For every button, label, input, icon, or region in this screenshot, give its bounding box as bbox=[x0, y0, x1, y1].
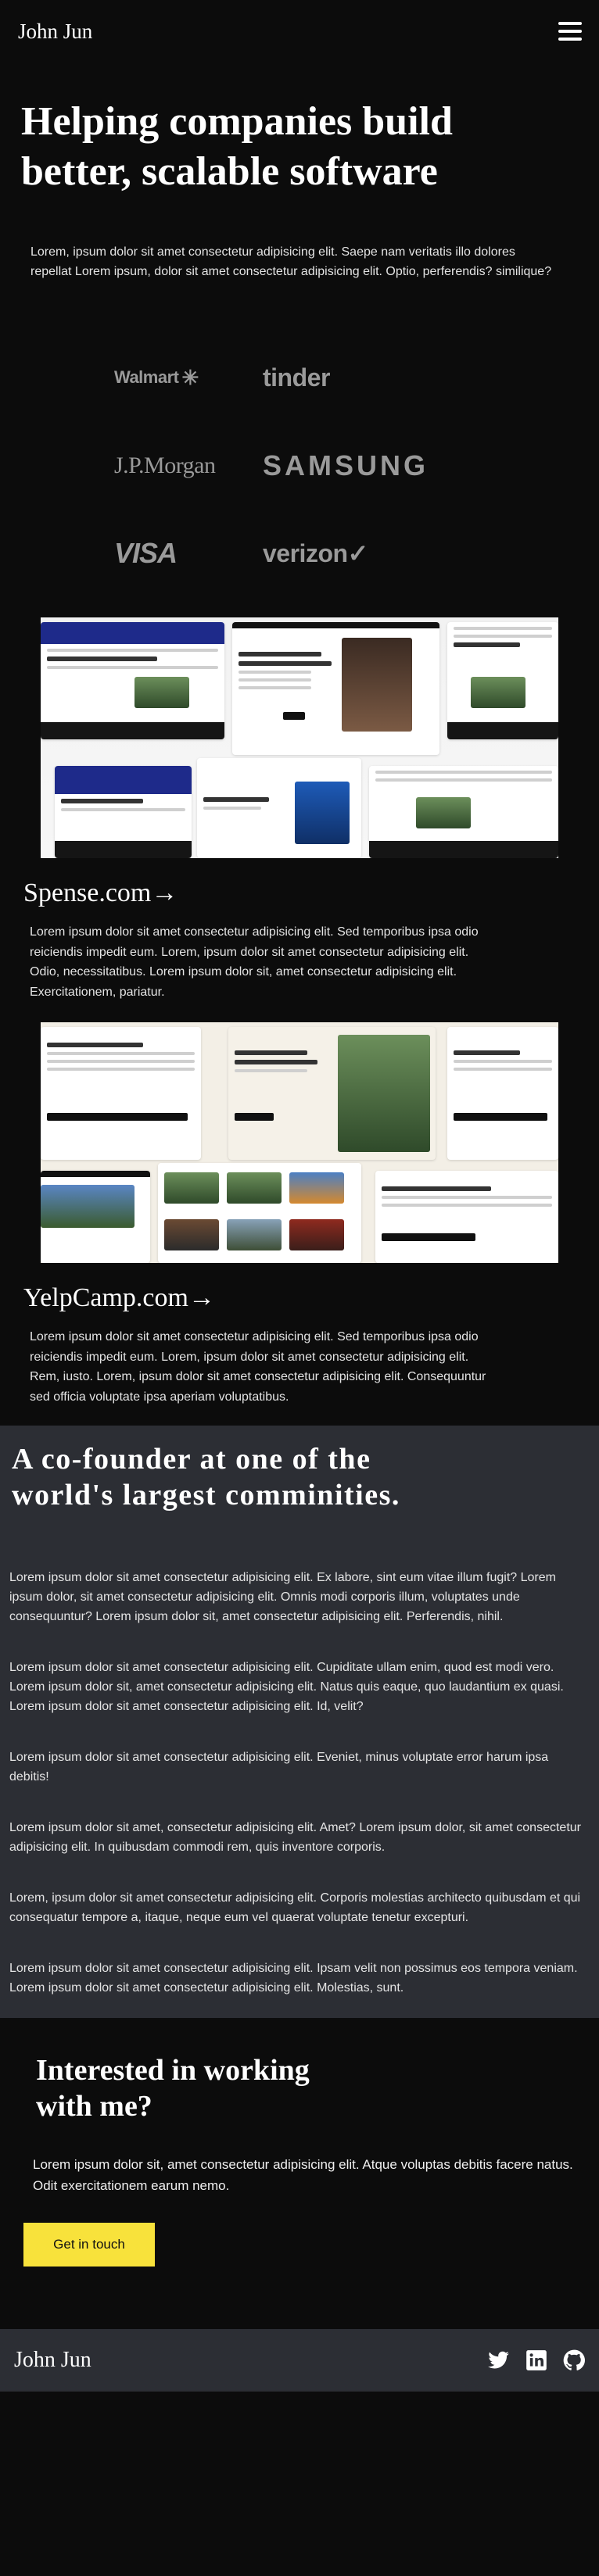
community-paragraph: Lorem ipsum dolor sit amet consectetur a… bbox=[9, 1751, 549, 1784]
contact-section: Interested in working with me? Lorem ips… bbox=[0, 2018, 599, 2329]
spense-link[interactable]: Spense.com→ bbox=[0, 858, 599, 908]
jpmorgan-logo: J.P.Morgan bbox=[114, 452, 216, 478]
mockup-card bbox=[447, 1027, 558, 1160]
hero-text: Lorem, ipsum dolor sit amet consectetur … bbox=[30, 245, 552, 278]
mockup-card bbox=[369, 766, 558, 858]
get-in-touch-button[interactable]: Get in touch bbox=[23, 2223, 155, 2267]
walmart-logo: Walmart ✳ bbox=[114, 365, 199, 389]
social-links bbox=[488, 2349, 585, 2371]
community-paragraph: Lorem ipsum dolor sit amet consectetur a… bbox=[9, 1962, 578, 1995]
github-icon[interactable] bbox=[563, 2349, 585, 2371]
twitter-icon[interactable] bbox=[488, 2349, 510, 2371]
spense-screenshot[interactable] bbox=[41, 617, 558, 858]
mockup-card bbox=[447, 622, 558, 739]
brand-name[interactable]: John Jun bbox=[18, 20, 92, 44]
community-paragraph: Lorem ipsum dolor sit amet consectetur a… bbox=[9, 1661, 564, 1713]
contact-title: Interested in working with me? bbox=[36, 2054, 310, 2123]
samsung-logo: SAMSUNG bbox=[263, 449, 429, 481]
mockup-card bbox=[232, 622, 439, 755]
mockup-card bbox=[158, 1163, 361, 1263]
yelpcamp-screenshot[interactable] bbox=[41, 1022, 558, 1263]
verizon-logo: verizon✓ bbox=[263, 539, 368, 568]
community-section: A co-founder at one of the world's large… bbox=[0, 1426, 599, 2018]
community-paragraph: Lorem, ipsum dolor sit amet consectetur … bbox=[9, 1891, 581, 1924]
footer-brand[interactable]: John Jun bbox=[14, 2348, 91, 2373]
linkedin-icon[interactable] bbox=[525, 2349, 547, 2371]
community-paragraph: Lorem ipsum dolor sit amet consectetur a… bbox=[9, 1571, 556, 1623]
visa-logo: VISA bbox=[114, 537, 178, 570]
hero-title: Helping companies build better, scalable… bbox=[21, 99, 453, 194]
site-footer: John Jun bbox=[0, 2329, 599, 2392]
mockup-card bbox=[41, 1027, 201, 1160]
site-header: John Jun bbox=[0, 0, 599, 63]
tinder-logo: tinder bbox=[263, 363, 330, 392]
mockup-card bbox=[375, 1171, 558, 1263]
contact-text: Lorem ipsum dolor sit, amet consectetur … bbox=[33, 2157, 573, 2193]
yelpcamp-description: Lorem ipsum dolor sit amet consectetur a… bbox=[30, 1330, 486, 1404]
hero-section: Helping companies build better, scalable… bbox=[0, 63, 599, 281]
project-yelpcamp: YelpCamp.com→ Lorem ipsum dolor sit amet… bbox=[0, 1022, 599, 1407]
mockup-card bbox=[197, 758, 361, 858]
spense-description: Lorem ipsum dolor sit amet consectetur a… bbox=[30, 925, 479, 999]
client-logos: Walmart ✳ tinder J.P.Morgan SAMSUNG VISA … bbox=[0, 281, 599, 617]
mockup-card bbox=[41, 1171, 150, 1263]
yelpcamp-link[interactable]: YelpCamp.com→ bbox=[0, 1263, 599, 1313]
community-paragraph: Lorem ipsum dolor sit amet, consectetur … bbox=[9, 1821, 581, 1854]
mockup-card bbox=[41, 622, 224, 739]
mockup-card bbox=[55, 766, 192, 858]
hamburger-menu-icon[interactable] bbox=[558, 22, 582, 41]
project-spense: Spense.com→ Lorem ipsum dolor sit amet c… bbox=[0, 617, 599, 1002]
community-title: A co-founder at one of the world's large… bbox=[12, 1443, 400, 1512]
mockup-card bbox=[228, 1027, 436, 1160]
